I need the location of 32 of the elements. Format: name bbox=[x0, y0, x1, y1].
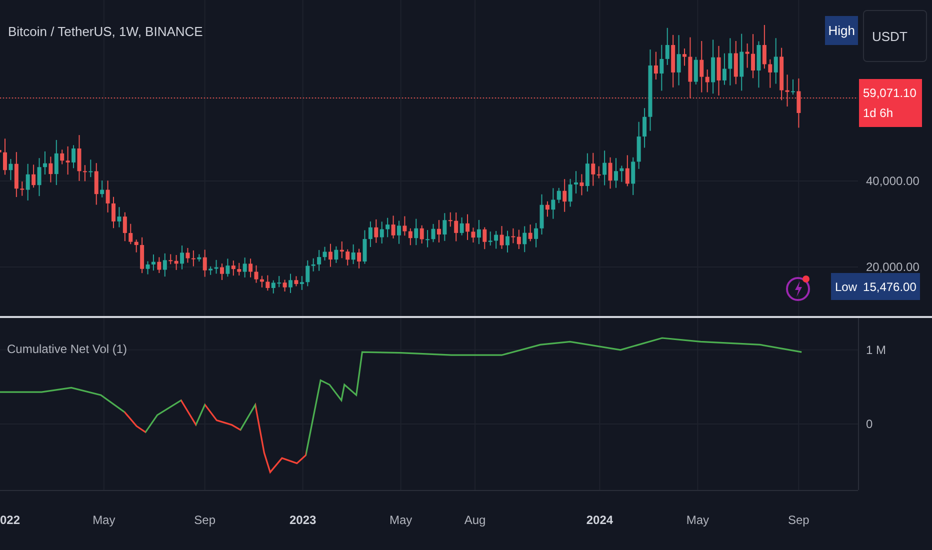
price-axis-label: 40,000.00 bbox=[866, 174, 920, 188]
candle bbox=[506, 230, 510, 253]
x-axis-label: 022 bbox=[0, 513, 20, 527]
y-axis-label: 1 M bbox=[866, 342, 886, 357]
low-label: Low bbox=[835, 280, 858, 294]
candle bbox=[288, 273, 292, 294]
price-axis-label: 20,000.00 bbox=[866, 260, 920, 274]
currency-button[interactable]: USDT bbox=[863, 10, 927, 62]
candle bbox=[574, 170, 578, 194]
candle bbox=[791, 78, 795, 96]
candle bbox=[796, 78, 801, 128]
low-price: 15,476.00 bbox=[863, 280, 916, 294]
high-badge: High bbox=[825, 16, 858, 45]
candle bbox=[682, 48, 686, 66]
candle bbox=[220, 263, 224, 280]
x-axis-label: 2023 bbox=[289, 513, 316, 527]
x-axis-label: Aug bbox=[464, 513, 486, 527]
indicator-legend: Cumulative Net Vol (1) bbox=[7, 342, 128, 356]
x-axis-label: Sep bbox=[194, 513, 216, 527]
x-axis-label: May bbox=[389, 513, 412, 527]
candle bbox=[397, 220, 401, 244]
bar-countdown: 1d 6h bbox=[863, 106, 894, 120]
x-axis-label: Sep bbox=[788, 513, 810, 527]
y-axis-label: 0 bbox=[866, 417, 873, 432]
x-axis-label: May bbox=[92, 513, 116, 527]
last-price: 59,071.10 bbox=[863, 86, 918, 100]
x-axis-label: May bbox=[686, 513, 710, 527]
lightning-icon[interactable] bbox=[786, 274, 812, 302]
x-axis-label: 2024 bbox=[586, 513, 614, 527]
chart-title: Bitcoin / TetherUS, 1W, BINANCE bbox=[8, 24, 203, 39]
candle bbox=[112, 196, 116, 229]
candle bbox=[3, 138, 7, 176]
